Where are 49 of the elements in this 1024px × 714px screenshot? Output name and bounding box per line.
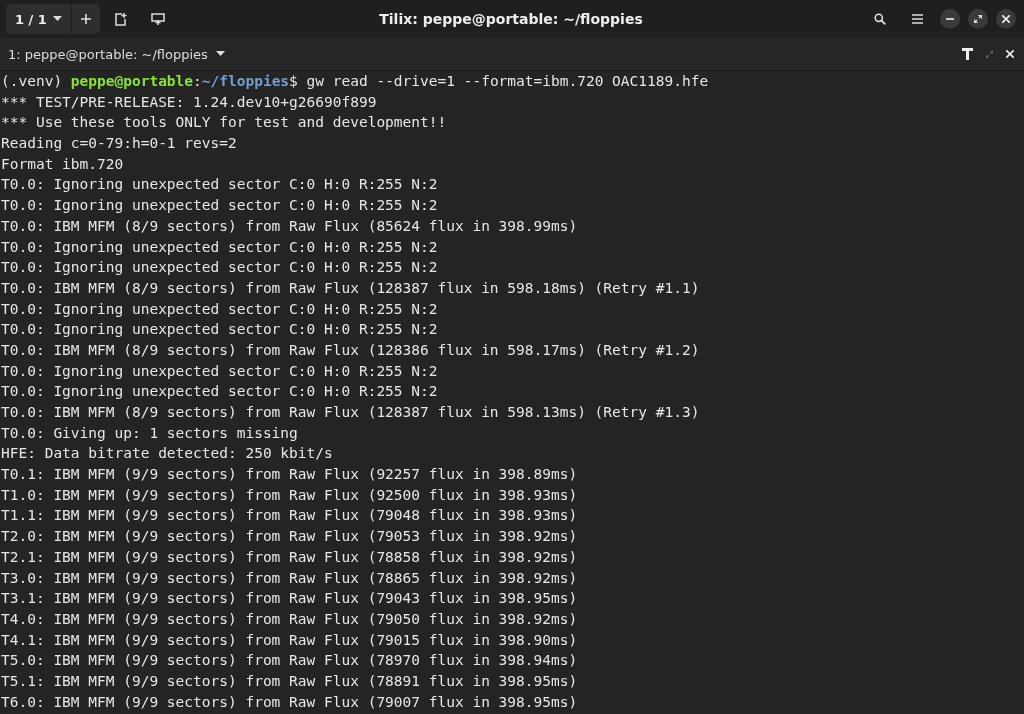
close-icon [1002, 15, 1010, 23]
output-line: *** TEST/PRE-RELEASE: 1.24.dev10+g26690f899 [1, 92, 377, 112]
output-line: T1.1: IBM MFM (9/9 sectors) from Raw Flux (79048 flux in 398.93ms) [1, 506, 578, 526]
output-line: T1.0: IBM MFM (9/9 sectors) from Raw Flux (92500 flux in 398.93ms) [1, 485, 578, 505]
window-title: Tilix: peppe@portable: ~/floppies [379, 11, 643, 27]
close-button[interactable] [996, 9, 1016, 29]
close-icon[interactable] [1006, 50, 1014, 58]
maximize-icon [974, 15, 982, 23]
output-line: T5.1: IBM MFM (9/9 sectors) from Raw Flux (78891 flux in 398.95ms) [1, 671, 578, 691]
output-line: T5.0: IBM MFM (9/9 sectors) from Raw Flux (78970 flux in 398.94ms) [1, 651, 578, 671]
output-line: T0.0: Ignoring unexpected sector C:0 H:0 R:255 N:2 [1, 237, 438, 257]
output-line: T0.0: IBM MFM (8/9 sectors) from Raw Flux (128386 flux in 598.17ms) (Retry #1.2) [1, 340, 700, 360]
output-line: T0.1: IBM MFM (9/9 sectors) from Raw Flux (92257 flux in 398.89ms) [1, 465, 578, 485]
output-line: T0.0: Ignoring unexpected sector C:0 H:0 R:255 N:2 [1, 382, 438, 402]
title-edit-icon[interactable] [962, 48, 973, 60]
output-line: T0.0: Ignoring unexpected sector C:0 H:0 R:255 N:2 [1, 258, 438, 278]
output-line: Format ibm.720 [1, 154, 124, 174]
maximize-icon[interactable] [986, 50, 993, 58]
maximize-button[interactable] [968, 9, 988, 29]
output-line: T0.0: Ignoring unexpected sector C:0 H:0 R:255 N:2 [1, 320, 438, 340]
caret-icon [52, 16, 62, 22]
output-line: T4.0: IBM MFM (9/9 sectors) from Raw Flux (79050 flux in 398.92ms) [1, 609, 578, 629]
terminal-title-menu[interactable]: 1: peppe@portable: ~/floppies [8, 46, 225, 62]
minimize-button[interactable] [940, 9, 960, 29]
output-line: HFE: Data bitrate detected: 250 kbit/s [1, 444, 333, 464]
output-line: T0.0: IBM MFM (8/9 sectors) from Raw Flux (85624 flux in 398.99ms) [1, 216, 578, 236]
split-right-icon [114, 12, 127, 26]
output-line: T0.0: IBM MFM (8/9 sectors) from Raw Flux (128387 flux in 598.13ms) (Retry #1.3) [1, 403, 700, 422]
split-down-icon [150, 13, 165, 25]
output-line: T0.0: Giving up: 1 sectors missing [1, 423, 298, 443]
output-line: T0.0: Ignoring unexpected sector C:0 H:0 R:255 N:2 [1, 361, 438, 381]
output-line: T6.0: IBM MFM (9/9 sectors) from Raw Flux (79007 flux in 398.95ms) [1, 692, 578, 712]
menu-icon [912, 14, 923, 24]
output-line: T4.1: IBM MFM (9/9 sectors) from Raw Flux (79015 flux in 398.90ms) [1, 630, 578, 650]
minimize-icon [946, 18, 954, 20]
output-line: T2.0: IBM MFM (9/9 sectors) from Raw Flux (79053 flux in 398.92ms) [1, 527, 578, 547]
plus-icon [80, 14, 91, 24]
prompt-line: (.venv) peppe@portable:~/floppies$ gw read --drive=1 --format=ibm.720 OAC1189.hfe [1, 72, 709, 91]
output-line: T0.0: Ignoring unexpected sector C:0 H:0 R:255 N:2 [1, 196, 438, 216]
output-line: T0.0: Ignoring unexpected sector C:0 H:0 R:255 N:2 [1, 175, 438, 195]
output-line: T0.0: Ignoring unexpected sector C:0 H:0 R:255 N:2 [1, 299, 438, 319]
output-line: Reading c=0-79:h=0-1 revs=2 [1, 134, 237, 154]
output-line: T0.0: IBM MFM (8/9 sectors) from Raw Flux (128387 flux in 598.18ms) (Retry #1.1) [1, 278, 700, 298]
output-line: T3.1: IBM MFM (9/9 sectors) from Raw Flux (79043 flux in 398.95ms) [1, 589, 578, 609]
caret-icon [215, 51, 225, 57]
output-line: T2.1: IBM MFM (9/9 sectors) from Raw Flux (78858 flux in 398.92ms) [1, 547, 578, 567]
search-icon [874, 13, 886, 25]
output-line: T3.0: IBM MFM (9/9 sectors) from Raw Flux (78865 flux in 398.92ms) [1, 568, 578, 588]
output-line: *** Use these tools ONLY for test and development!! [1, 113, 447, 133]
